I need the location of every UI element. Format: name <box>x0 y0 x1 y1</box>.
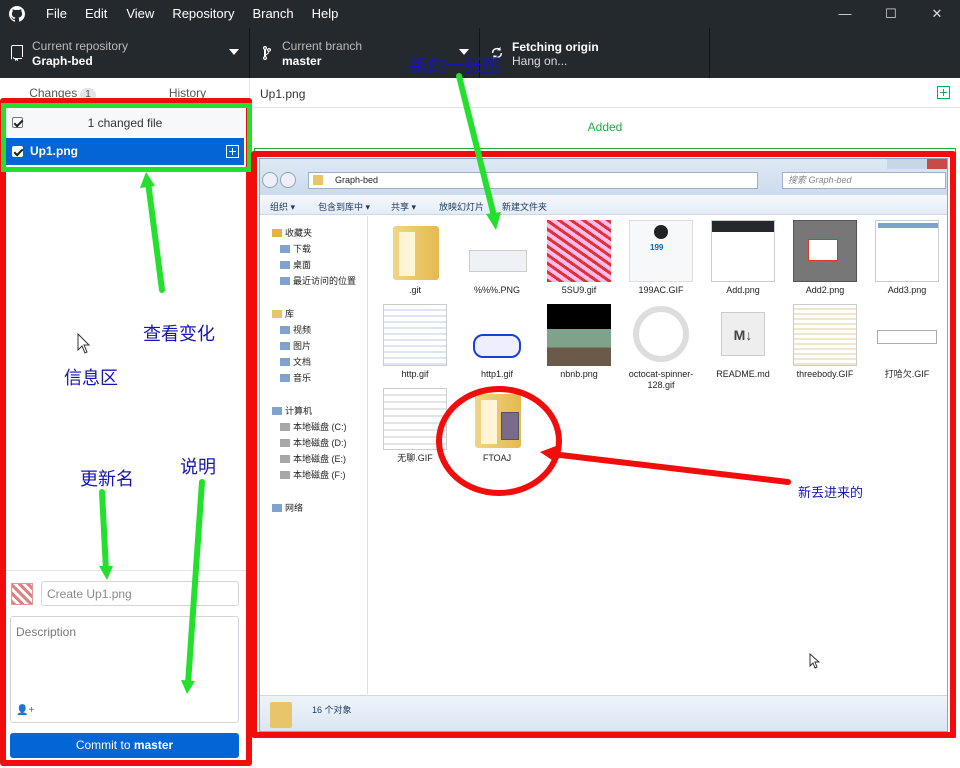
annotation-newly-added: 新丢进来的 <box>798 485 864 500</box>
menu-view[interactable]: View <box>126 0 154 28</box>
chevron-down-icon <box>229 49 239 55</box>
fetch-label: Fetching origin <box>512 40 599 54</box>
repo-name: Graph-bed <box>32 54 93 68</box>
annotation-explain: 说明 <box>180 457 216 477</box>
file-added-icon <box>937 86 950 99</box>
close-button[interactable]: ✕ <box>914 0 960 28</box>
current-repository-button[interactable]: Current repository Graph-bed <box>0 28 250 78</box>
annotation-box-preview <box>251 151 956 738</box>
annotation-circle-new-file <box>436 386 562 496</box>
fetch-status: Hang on... <box>512 54 568 68</box>
minimize-button[interactable]: — <box>822 0 868 28</box>
annotation-box-changes <box>1 103 252 172</box>
repository-icon <box>11 45 23 61</box>
menu-help[interactable]: Help <box>312 0 339 28</box>
annotation-info-area: 信息区 <box>64 368 118 388</box>
annotation-view-changes: 查看变化 <box>143 324 215 344</box>
menu-file[interactable]: File <box>46 0 67 28</box>
menu-repository[interactable]: Repository <box>172 0 234 28</box>
window-controls: — ☐ ✕ <box>822 0 960 28</box>
branch-name: master <box>282 54 322 68</box>
menu-edit[interactable]: Edit <box>85 0 107 28</box>
annotation-update-name: 更新名 <box>80 469 134 489</box>
fetch-origin-button[interactable]: Fetching origin Hang on... <box>480 28 710 78</box>
annotation-box-sidebar <box>0 98 252 766</box>
diff-header: Up1.png <box>250 78 960 108</box>
branch-icon <box>263 45 272 61</box>
diff-file-name: Up1.png <box>260 87 306 101</box>
maximize-button[interactable]: ☐ <box>868 0 914 28</box>
menu-bar: File Edit View Repository Branch Help <box>46 0 338 28</box>
branch-label: Current branch <box>282 39 363 53</box>
menu-branch[interactable]: Branch <box>252 0 293 28</box>
diff-status: Added <box>587 120 623 134</box>
title-bar: File Edit View Repository Branch Help — … <box>0 0 960 28</box>
repo-label: Current repository <box>32 39 129 53</box>
annotation-new-image: 新的一张图 <box>410 56 500 76</box>
github-logo-icon <box>9 6 25 22</box>
